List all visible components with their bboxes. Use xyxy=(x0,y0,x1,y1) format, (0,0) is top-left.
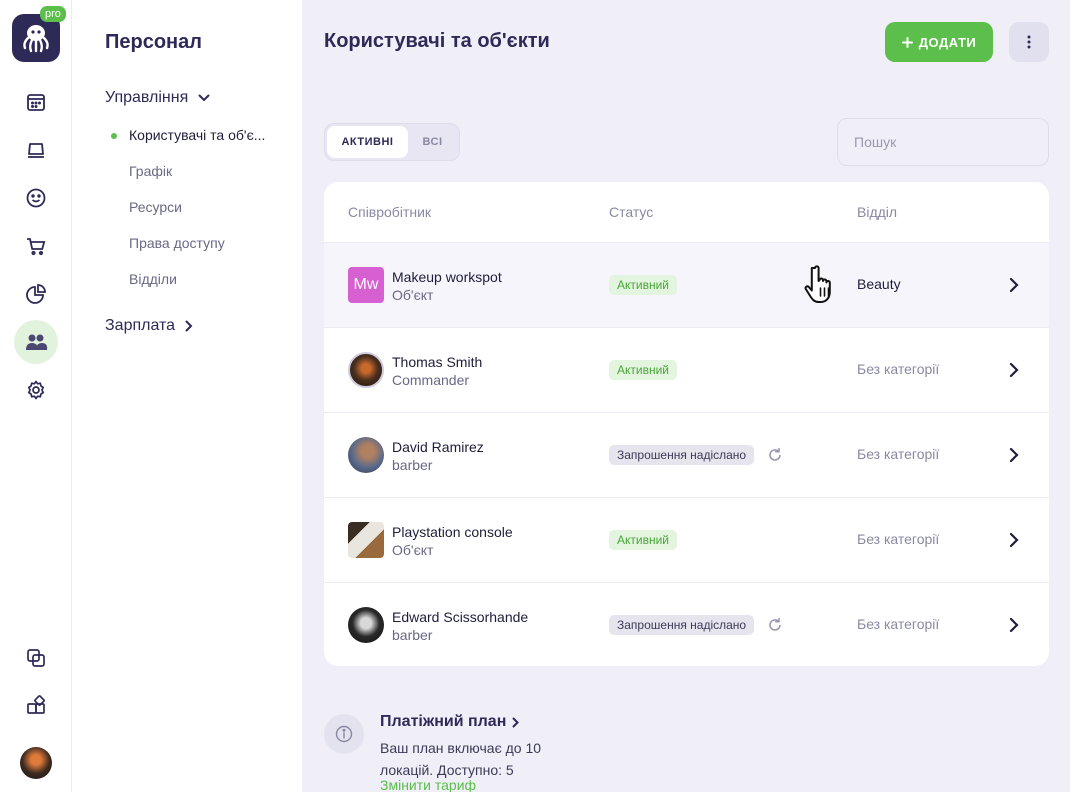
table-row[interactable]: David Ramirez barber Запрошення надіслан… xyxy=(324,412,1049,497)
pro-badge: pro xyxy=(40,6,66,22)
main-content: Користувачі та об'єкти ДОДАТИ АКТИВНІ ВС… xyxy=(302,0,1070,792)
add-button-label: ДОДАТИ xyxy=(918,34,977,50)
more-button[interactable] xyxy=(1009,22,1049,62)
active-dot xyxy=(111,133,117,139)
status-badge: Запрошення надіслано xyxy=(609,445,755,465)
chevron-down-icon xyxy=(198,94,210,102)
table-row[interactable]: Playstation console Об'єкт Активний Без … xyxy=(324,497,1049,582)
row-department: Без категорії xyxy=(857,361,940,377)
row-name: Playstation console xyxy=(392,524,513,540)
column-header-department: Відділ xyxy=(857,204,898,220)
sidebar-item-users[interactable]: Користувачі та об'є... xyxy=(129,127,265,143)
refresh-icon[interactable] xyxy=(767,617,783,633)
info-icon xyxy=(324,714,364,754)
avatar xyxy=(348,522,384,558)
avatar xyxy=(348,352,384,388)
status-badge: Активний xyxy=(609,275,677,295)
copy-icon xyxy=(27,649,45,667)
sidebar-group-label: Зарплата xyxy=(105,317,176,334)
page-title: Користувачі та об'єкти xyxy=(324,30,550,52)
pie-chart-icon xyxy=(26,284,46,304)
rail-settings[interactable] xyxy=(14,368,58,412)
sidebar-item-departments[interactable]: Відділи xyxy=(129,271,177,287)
chevron-right-icon[interactable] xyxy=(1008,277,1020,293)
rail-analytics[interactable] xyxy=(14,272,58,316)
row-department: Beauty xyxy=(857,276,901,292)
widgets-icon xyxy=(27,695,45,714)
search-input[interactable] xyxy=(854,134,1035,150)
sidebar-group-label: Управління xyxy=(105,89,189,106)
rail-copy[interactable] xyxy=(14,636,58,680)
rail-shop[interactable] xyxy=(14,224,58,268)
kebab-menu-icon xyxy=(1027,35,1031,49)
avatar: Mw xyxy=(348,267,384,303)
tab-all[interactable]: ВСІ xyxy=(408,126,457,158)
sidebar-item-resources[interactable]: Ресурси xyxy=(129,199,182,215)
tab-active[interactable]: АКТИВНІ xyxy=(327,126,408,158)
sidebar-item-access[interactable]: Права доступу xyxy=(129,235,225,251)
icon-rail: pro xyxy=(0,0,72,792)
row-department: Без категорії xyxy=(857,446,940,462)
rail-clients[interactable] xyxy=(14,176,58,220)
row-role: barber xyxy=(392,627,433,643)
row-name: Makeup workspot xyxy=(392,269,502,285)
status-badge: Активний xyxy=(609,530,677,550)
add-button[interactable]: ДОДАТИ xyxy=(885,22,993,62)
users-icon xyxy=(26,334,48,350)
status-badge: Активний xyxy=(609,360,677,380)
avatar xyxy=(348,437,384,473)
gear-icon xyxy=(27,380,45,400)
row-name: Thomas Smith xyxy=(392,354,483,370)
table-row[interactable]: Edward Scissorhande barber Запрошення на… xyxy=(324,582,1049,666)
rail-calendar[interactable] xyxy=(14,80,58,124)
avatar xyxy=(348,607,384,643)
user-avatar[interactable] xyxy=(20,747,52,779)
change-plan-link[interactable]: Змінити тариф xyxy=(380,777,476,792)
row-name: Edward Scissorhande xyxy=(392,609,529,625)
calendar-icon xyxy=(27,94,45,111)
rail-laptop[interactable] xyxy=(14,128,58,172)
chevron-right-icon[interactable] xyxy=(1008,532,1020,548)
sidebar-group-management[interactable]: Управління xyxy=(105,89,210,107)
search-box xyxy=(837,118,1049,166)
section-sidebar: Персонал Управління Користувачі та об'є.… xyxy=(73,0,302,792)
smiley-icon xyxy=(26,188,46,208)
row-role: barber xyxy=(392,457,433,473)
users-table: Співробітник Статус Відділ Mw Makeup wor… xyxy=(324,182,1049,666)
table-row[interactable]: Mw Makeup workspot Об'єкт Активний Beaut… xyxy=(324,242,1049,327)
row-name: David Ramirez xyxy=(392,439,484,455)
chevron-right-icon xyxy=(185,320,193,332)
plan-title-link[interactable]: Платіжний план xyxy=(380,713,520,731)
sidebar-title: Персонал xyxy=(105,31,202,53)
row-role: Об'єкт xyxy=(392,542,434,558)
filter-segmented-control: АКТИВНІ ВСІ xyxy=(324,123,460,161)
table-header: Співробітник Статус Відділ xyxy=(324,182,1049,242)
sidebar-item-schedule[interactable]: Графік xyxy=(129,163,172,179)
column-header-employee: Співробітник xyxy=(348,204,432,220)
table-row[interactable]: Thomas Smith Commander Активний Без кате… xyxy=(324,327,1049,412)
rail-widgets[interactable] xyxy=(14,684,58,728)
plan-description: Ваш план включає до 10 локацій. Доступно… xyxy=(380,740,542,778)
chevron-right-icon xyxy=(512,717,520,727)
row-department: Без категорії xyxy=(857,531,940,547)
chevron-right-icon[interactable] xyxy=(1008,447,1020,463)
plan-title: Платіжний план xyxy=(380,713,507,730)
rail-staff[interactable] xyxy=(14,320,58,364)
cart-icon xyxy=(27,238,46,256)
chevron-right-icon[interactable] xyxy=(1008,362,1020,378)
row-department: Без категорії xyxy=(857,616,940,632)
laptop-icon xyxy=(28,143,44,158)
row-role: Commander xyxy=(392,372,470,388)
sidebar-group-salary[interactable]: Зарплата xyxy=(105,317,193,335)
refresh-icon[interactable] xyxy=(767,447,783,463)
row-role: Об'єкт xyxy=(392,287,434,303)
status-badge: Запрошення надіслано xyxy=(609,615,755,635)
plus-icon xyxy=(901,36,913,48)
column-header-status: Статус xyxy=(609,204,654,220)
chevron-right-icon[interactable] xyxy=(1008,617,1020,633)
